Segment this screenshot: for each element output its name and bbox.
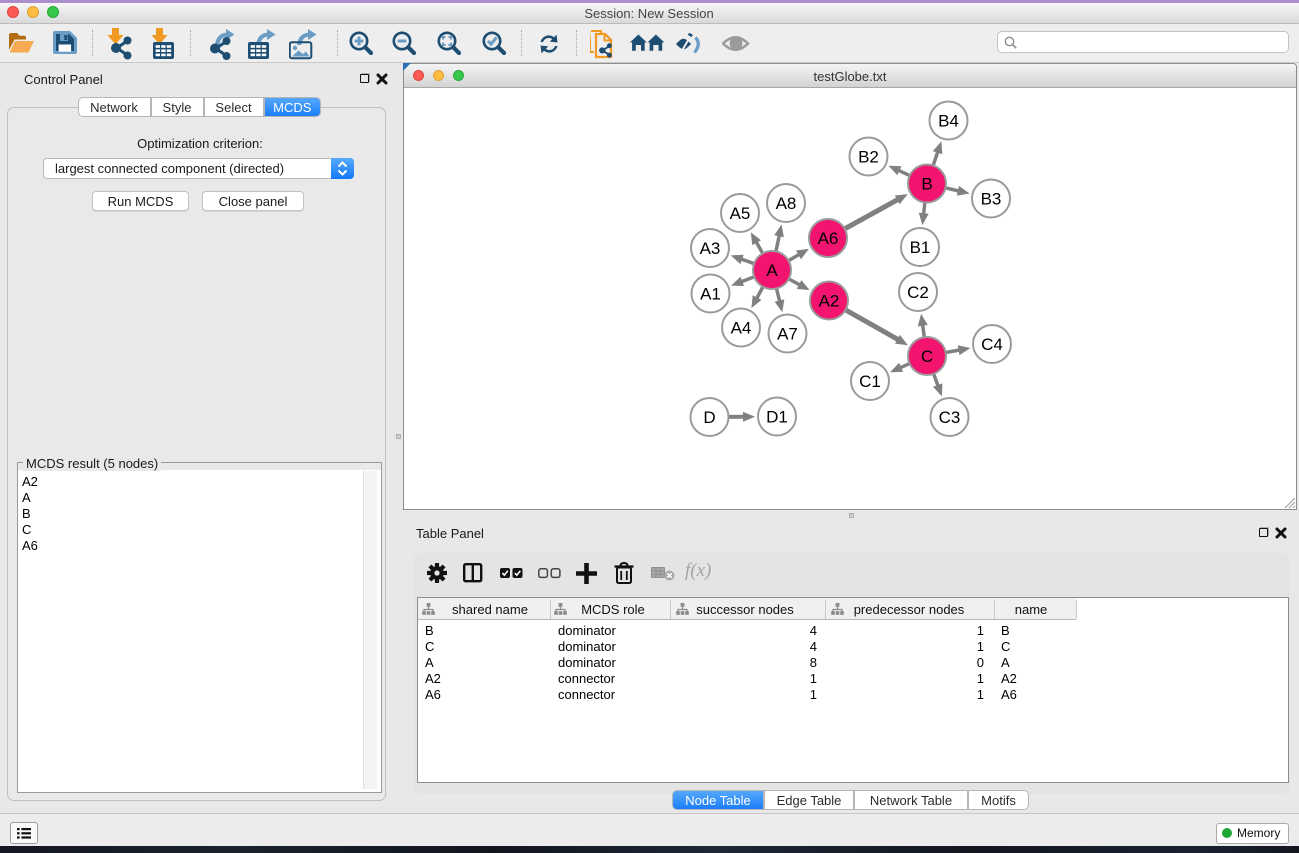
svg-text:B: B xyxy=(921,174,932,193)
svg-text:B2: B2 xyxy=(858,147,879,166)
svg-text:A8: A8 xyxy=(776,194,797,213)
svg-text:A6: A6 xyxy=(818,229,839,248)
svg-text:A: A xyxy=(766,261,778,280)
svg-text:B1: B1 xyxy=(910,238,931,257)
svg-text:B4: B4 xyxy=(938,111,959,130)
svg-text:C1: C1 xyxy=(859,372,881,391)
svg-text:C4: C4 xyxy=(981,335,1003,354)
svg-text:D1: D1 xyxy=(766,407,788,426)
svg-text:C3: C3 xyxy=(939,408,961,427)
svg-text:A1: A1 xyxy=(700,284,721,303)
svg-text:A3: A3 xyxy=(700,239,721,258)
svg-text:C2: C2 xyxy=(907,283,929,302)
svg-text:A7: A7 xyxy=(777,324,798,343)
svg-text:B3: B3 xyxy=(981,189,1002,208)
svg-text:A2: A2 xyxy=(819,291,840,310)
svg-text:D: D xyxy=(703,408,715,427)
svg-text:A5: A5 xyxy=(730,204,751,223)
svg-text:A4: A4 xyxy=(731,318,752,337)
svg-text:C: C xyxy=(921,347,933,366)
